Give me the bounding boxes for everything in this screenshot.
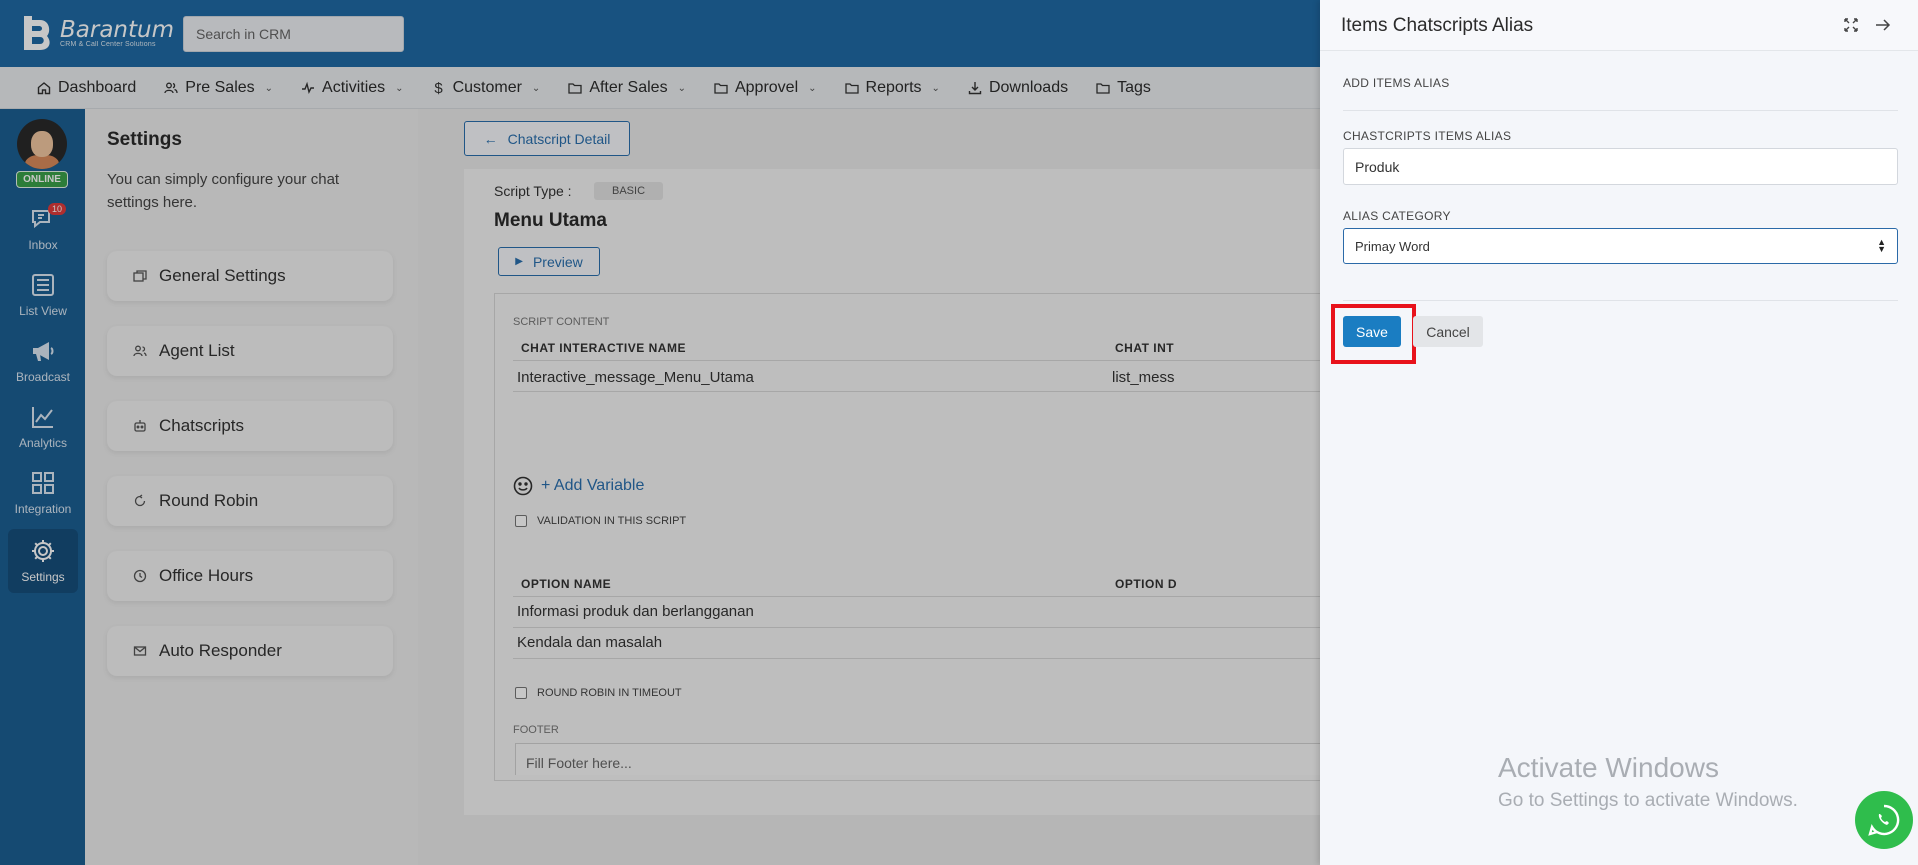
drawer-header: Items Chatscripts Alias xyxy=(1320,0,1918,51)
section-title: ADD ITEMS ALIAS xyxy=(1343,76,1450,90)
alias-category-select[interactable]: Primay Word ▲ ▼ xyxy=(1343,228,1898,264)
drawer-title: Items Chatscripts Alias xyxy=(1341,15,1534,36)
selected-category: Primay Word xyxy=(1355,238,1430,254)
cancel-button[interactable]: Cancel xyxy=(1413,316,1483,347)
alias-input[interactable] xyxy=(1343,148,1898,185)
alias-field-label: CHASTCRIPTS ITEMS ALIAS xyxy=(1343,129,1512,143)
items-alias-drawer: Items Chatscripts Alias ADD ITEMS ALIAS … xyxy=(1320,0,1918,865)
save-button[interactable]: Save xyxy=(1343,316,1401,347)
activate-windows-watermark: Activate Windows Go to Settings to activ… xyxy=(1498,752,1798,811)
category-field-label: ALIAS CATEGORY xyxy=(1343,209,1451,223)
expand-icon[interactable] xyxy=(1841,15,1861,35)
modal-backdrop[interactable] xyxy=(0,0,1320,865)
whatsapp-button[interactable] xyxy=(1855,791,1913,849)
select-arrows-icon: ▲ ▼ xyxy=(1877,237,1886,254)
close-drawer-icon[interactable] xyxy=(1873,15,1893,35)
whatsapp-icon xyxy=(1868,804,1900,836)
